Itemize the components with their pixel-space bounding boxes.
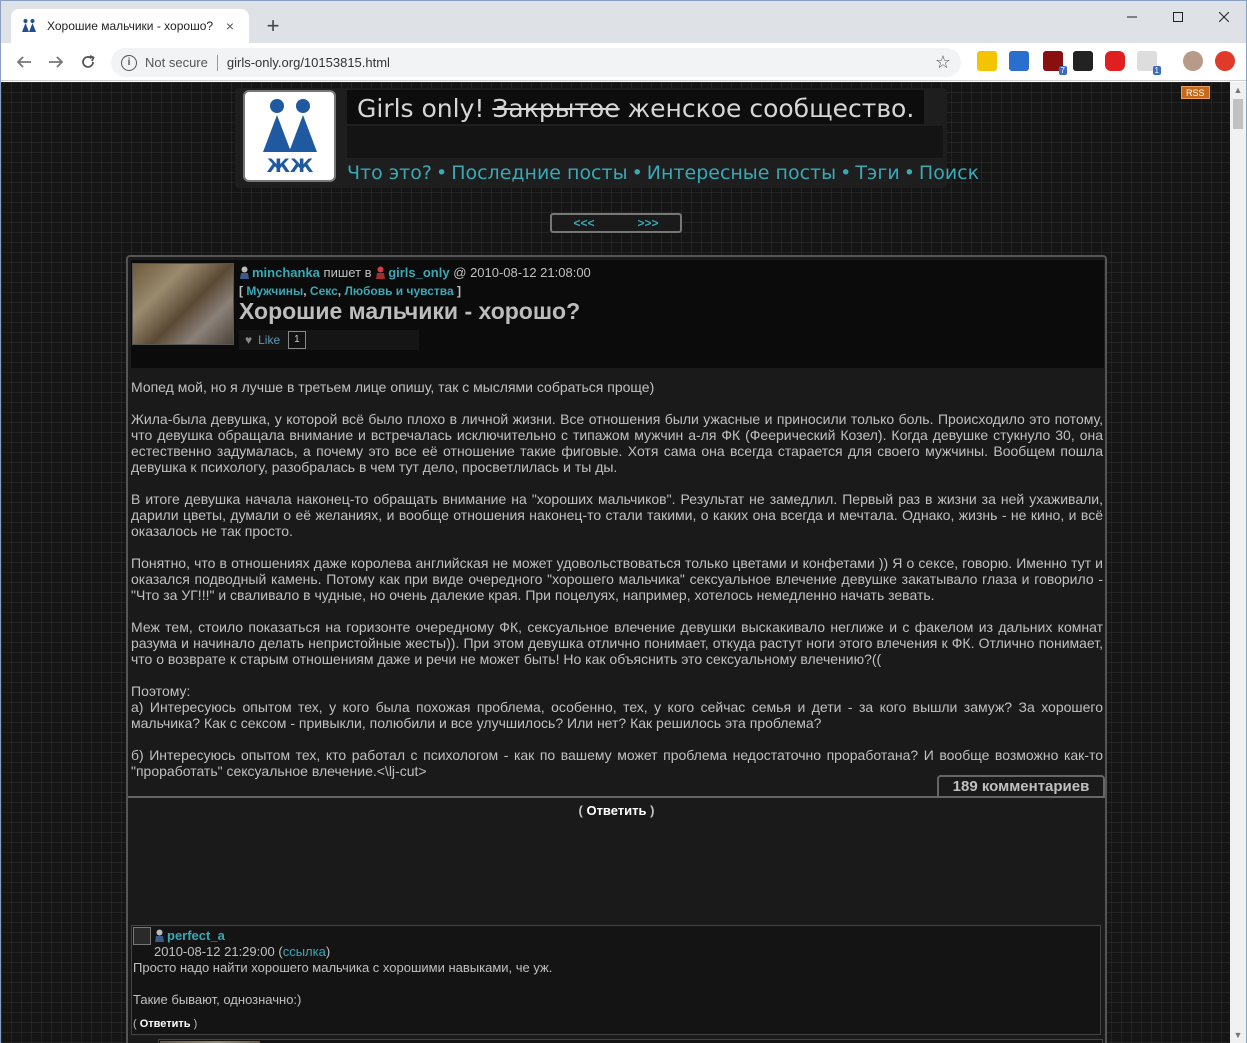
next-post-link[interactable]: >>> <box>637 216 658 230</box>
tag-sex[interactable]: Секс <box>310 284 338 298</box>
comment-author-link[interactable]: perfect_a <box>167 928 225 943</box>
post-reply: ( Ответить ) <box>578 803 655 818</box>
tag-men[interactable]: Мужчины <box>246 284 303 298</box>
logo-text: ЖЖ <box>267 155 314 177</box>
nav-what-is-it[interactable]: Что это? <box>347 162 432 184</box>
omnibox-divider <box>216 54 218 71</box>
post-paragraph: Жила-была девушка, у которой всё было пл… <box>131 411 1103 475</box>
community-icon <box>376 266 386 279</box>
nested-comment: minchanka <box>158 1039 1103 1043</box>
post-divider <box>128 796 1105 798</box>
post-paragraph: Меж тем, стоило показаться на горизонте … <box>131 619 1103 667</box>
ublock-icon[interactable]: 7 <box>1043 51 1067 75</box>
like-button[interactable]: Like <box>258 333 280 347</box>
comment-reply-button[interactable]: Ответить <box>140 1018 191 1030</box>
nav-search[interactable]: Поиск <box>919 162 979 184</box>
post-paragraph: Поэтому: а) Интересуюсь опытом тех, у ко… <box>131 683 1103 731</box>
post-paragraph: В итоге девушка начала наконец-то обраща… <box>131 491 1103 539</box>
profile-avatar[interactable] <box>1183 51 1203 71</box>
site-logo[interactable]: ЖЖ <box>243 90 336 182</box>
post-body: Мопед мой, но я лучше в третьем лице опи… <box>131 379 1103 795</box>
post-pager: <<< >>> <box>550 213 682 233</box>
tab-close-icon[interactable]: × <box>221 18 239 34</box>
security-status: Not secure <box>145 55 208 70</box>
user-icon <box>240 266 249 279</box>
forward-arrow-icon[interactable] <box>43 49 69 75</box>
post-header: minchanka пишет в girls_only @ 2010-08-1… <box>131 260 1104 368</box>
page-viewport: RSS ЖЖ Girls only! Закрытое женское сооб… <box>1 82 1230 1043</box>
post-meta: minchanka пишет в girls_only @ 2010-08-1… <box>239 265 591 280</box>
nav-latest-posts[interactable]: Последние посты <box>451 162 627 184</box>
site-title: Girls only! Закрытое женское сообщество. <box>347 90 925 124</box>
post-tags: [ Мужчины, Секс, Любовь и чувства ] <box>239 284 462 298</box>
reply-button[interactable]: Ответить <box>586 803 646 818</box>
scroll-thumb[interactable] <box>1233 99 1243 129</box>
comment-userpic[interactable] <box>133 927 151 945</box>
browser-tab[interactable]: Хорошие мальчики - хорошо? - × <box>11 9 249 43</box>
like-count: 1 <box>288 331 306 349</box>
comments-count-link[interactable]: 189 комментариев <box>937 775 1105 797</box>
extension-translate-icon[interactable] <box>1009 51 1029 71</box>
reload-icon[interactable] <box>75 49 101 75</box>
site-header: ЖЖ Girls only! Закрытое женское сообщест… <box>235 88 979 188</box>
close-window-icon[interactable] <box>1201 1 1247 33</box>
author-userpic[interactable] <box>132 263 234 345</box>
header-nav: Что это? • Последние посты • Интересные пост… <box>347 162 980 184</box>
info-icon[interactable]: i <box>121 54 137 71</box>
post-title: Хорошие мальчики - хорошо? <box>239 298 581 324</box>
scroll-up-icon[interactable]: ▲ <box>1230 82 1246 98</box>
user-icon <box>155 929 164 942</box>
youtube-extension-icon[interactable] <box>1105 51 1125 71</box>
tab-bar: Хорошие мальчики - хорошо? - × + <box>1 1 1246 43</box>
new-tab-button[interactable]: + <box>259 13 287 41</box>
like-widget: ♥ Like 1 <box>239 330 419 350</box>
comment-permalink[interactable]: ссылка <box>283 944 326 959</box>
extension-s-icon[interactable]: 1 <box>1137 51 1161 75</box>
rss-link[interactable]: RSS <box>1181 86 1210 99</box>
comment: perfect_a 2010-08-12 21:29:00 (ссылка) П… <box>131 925 1101 1035</box>
nav-tags[interactable]: Тэги <box>855 162 899 184</box>
comment-author: perfect_a <box>154 928 225 943</box>
post-author-link[interactable]: minchanka <box>252 265 320 280</box>
browser-window: Хорошие мальчики - хорошо? - × + i Not s… <box>0 0 1247 1043</box>
update-icon[interactable] <box>1215 51 1235 71</box>
page-scrollbar[interactable]: ▲ ▼ <box>1230 82 1246 1043</box>
post-container: minchanka пишет в girls_only @ 2010-08-1… <box>126 255 1107 1043</box>
comment-reply: ( Ответить ) <box>133 1018 198 1030</box>
tag-love[interactable]: Любовь и чувства <box>344 284 453 298</box>
extension-yellow-icon[interactable] <box>977 51 997 71</box>
comment-text: Просто надо найти хорошего мальчика с хо… <box>133 960 553 1007</box>
back-arrow-icon[interactable] <box>11 49 37 75</box>
site-favicon-icon <box>21 18 37 34</box>
prev-post-link[interactable]: <<< <box>573 216 594 230</box>
url-text[interactable]: girls-only.org/10153815.html <box>227 55 390 70</box>
heart-icon[interactable]: ♥ <box>245 333 252 347</box>
tab-title: Хорошие мальчики - хорошо? - <box>47 19 215 33</box>
extension-glasses-icon[interactable] <box>1073 51 1093 71</box>
title-backdrop <box>347 126 943 158</box>
scroll-down-icon[interactable]: ▼ <box>1230 1027 1246 1043</box>
post-datetime: 2010-08-12 21:08:00 <box>470 265 591 280</box>
post-paragraph: Понятно, что в отношениях даже королева … <box>131 555 1103 603</box>
address-bar[interactable]: i Not secure girls-only.org/10153815.htm… <box>111 48 961 77</box>
nav-interesting-posts[interactable]: Интересные посты <box>647 162 836 184</box>
post-paragraph: Мопед мой, но я лучше в третьем лице опи… <box>131 379 655 395</box>
bookmark-star-icon[interactable]: ☆ <box>935 52 951 73</box>
maximize-icon[interactable] <box>1155 1 1201 33</box>
comment-date: 2010-08-12 21:29:00 (ссылка) <box>154 944 331 959</box>
minimize-icon[interactable] <box>1109 1 1155 33</box>
community-link[interactable]: girls_only <box>388 265 449 280</box>
